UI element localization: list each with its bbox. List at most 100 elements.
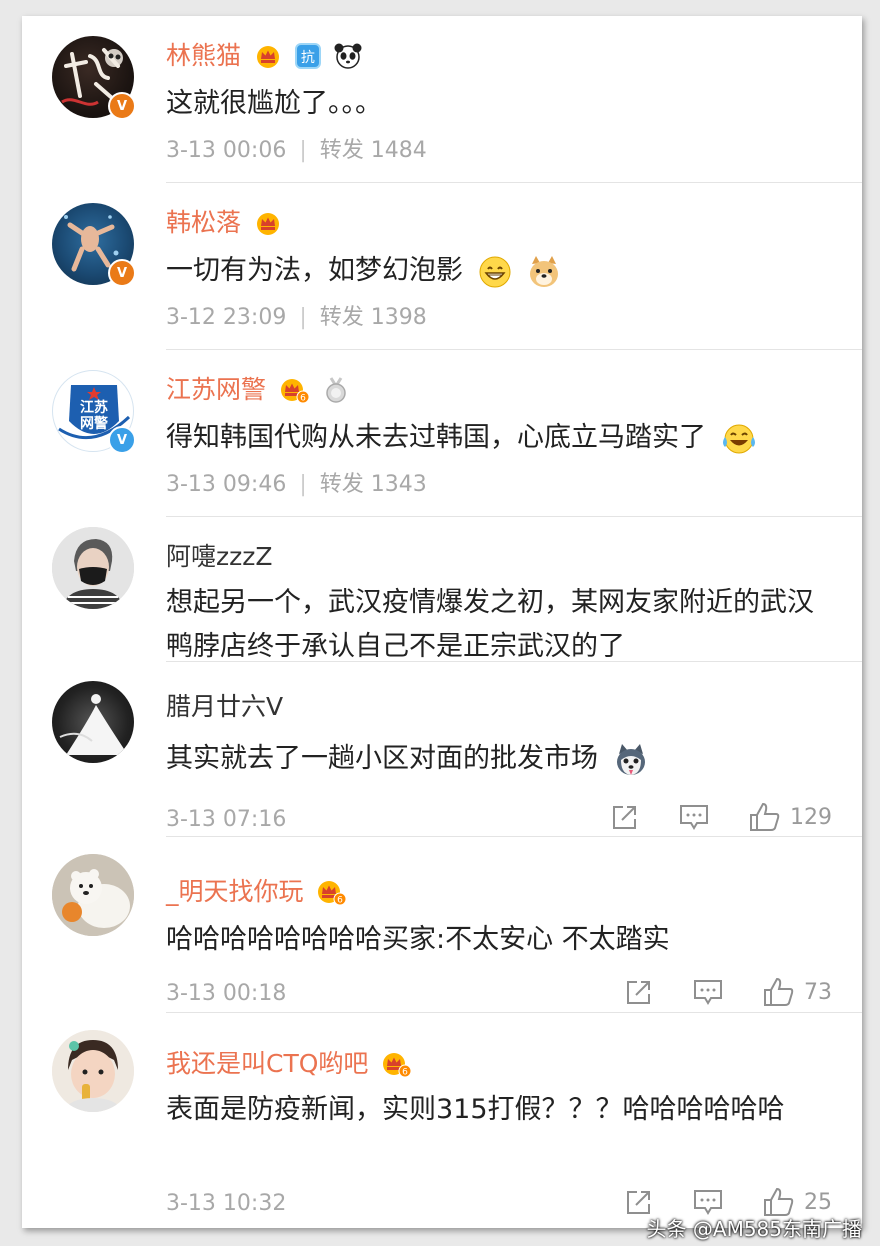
grin-emoji-icon (479, 256, 511, 287)
comment-meta: 3-12 23:09 | 转发 1398 (166, 304, 427, 332)
meta-separator: | (299, 472, 307, 497)
like-icon (764, 977, 794, 1006)
vip-crown-icon (256, 46, 279, 68)
comment-actions: 73 (586, 976, 832, 1008)
verified-v-badge: V (108, 92, 136, 120)
timestamp: 3-13 09:46 (166, 472, 287, 497)
timestamp: 3-13 00:18 (166, 981, 287, 1006)
avatar-masked-person (52, 527, 134, 609)
comment-list: V 林熊猫 抗 这就很尴尬了。。。 3-13 00:06 | 转发 1484 V… (22, 16, 862, 1228)
comment-meta: 3-13 09:46 | 转发 1343 (166, 471, 427, 499)
share-button[interactable] (610, 802, 640, 832)
comment-meta: 3-13 00:06 | 转发 1484 (166, 137, 427, 165)
svg-text:6: 6 (338, 896, 344, 906)
vip-crown-icon: 6 (280, 379, 310, 404)
username[interactable]: 阿嚏zzzZ (166, 541, 273, 572)
username-text: 阿嚏zzzZ (166, 542, 273, 571)
avatar[interactable] (52, 1030, 134, 1112)
username-text: 韩松落 (166, 208, 242, 237)
comment-text-content: 其实就去了一趟小区对面的批发市场 (166, 743, 598, 774)
comment-meta: 3-13 07:16 (166, 806, 286, 834)
repost-count: 1398 (370, 305, 427, 330)
timestamp: 3-12 23:09 (166, 305, 287, 330)
comment-item: 我还是叫CTQ哟吧 6 表面是防疫新闻，实则315打假？？？哈哈哈哈哈哈 3-1… (22, 1012, 862, 1228)
svg-text:6: 6 (300, 394, 306, 404)
avatar-child (52, 1030, 134, 1112)
repost-count: 1343 (370, 472, 427, 497)
doge-emoji-icon (530, 255, 559, 287)
comment-meta: 3-13 00:18 (166, 980, 286, 1008)
username-text: 我还是叫CTQ哟吧 (166, 1049, 369, 1078)
kang-badge-icon: 抗 (294, 43, 321, 69)
comment-icon (694, 980, 722, 1005)
timestamp: 3-13 00:06 (166, 138, 287, 163)
avatar[interactable] (52, 854, 134, 936)
username-text: _明天找你玩 (166, 877, 304, 906)
comment-button[interactable] (678, 802, 710, 832)
comment-text-content: 得知韩国代购从未去过韩国，心底立马踏实了 (166, 422, 706, 453)
avatar[interactable] (52, 681, 134, 763)
avatar[interactable]: 江苏 网警 V (52, 370, 136, 454)
share-icon (613, 806, 636, 829)
avatar-white-dress (59, 694, 128, 755)
like-count: 73 (804, 979, 832, 1005)
comment-text: 想起另一个，武汉疫情爆发之初，某网友家附近的武汉鸭脖店终于承认自己不是正宗武汉的… (166, 587, 814, 662)
username-text: 林熊猫 (166, 41, 242, 70)
timestamp: 3-13 07:16 (166, 807, 287, 832)
username[interactable]: 韩松落 (166, 207, 283, 238)
avatar-polar-bear (52, 854, 134, 936)
verified-v-badge: V (108, 426, 136, 454)
comment-item: 阿嚏zzzZ 想起另一个，武汉疫情爆发之初，某网友家附近的武汉鸭脖店终于承认自己… (22, 517, 862, 662)
share-button[interactable] (624, 977, 654, 1007)
laugh-cry-emoji-icon (722, 424, 755, 453)
panda-icon (334, 43, 362, 69)
comment-icon (680, 805, 708, 830)
comment-text: 一切有为法，如梦幻泡影 (166, 249, 836, 293)
comment-actions: 129 (572, 801, 832, 833)
verified-v-badge: V (108, 259, 136, 287)
like-count: 129 (790, 804, 832, 830)
username[interactable]: 江苏网警 6 (166, 374, 350, 405)
like-count: 25 (804, 1189, 832, 1215)
comment-text: 得知韩国代购从未去过韩国，心底立马踏实了 (166, 416, 836, 460)
repost-count: 1484 (370, 138, 427, 163)
username[interactable]: 林熊猫 抗 (166, 40, 363, 71)
comment-text: 其实就去了一趟小区对面的批发市场 (166, 737, 836, 781)
avatar[interactable]: V (52, 36, 136, 120)
username[interactable]: 我还是叫CTQ哟吧 6 (166, 1048, 412, 1079)
vip-crown-icon: 6 (383, 1053, 412, 1078)
repost-label[interactable]: 转发 (320, 138, 364, 163)
username-text: 江苏网警 (166, 375, 267, 404)
avatar[interactable] (52, 527, 134, 609)
watermark: 头条 @AM585东南广播 (646, 1217, 862, 1241)
comment-button[interactable] (692, 977, 724, 1007)
avatar[interactable]: V (52, 203, 136, 287)
like-icon (750, 802, 780, 831)
username[interactable]: _明天找你玩 6 (166, 876, 347, 907)
comment-item: V 韩松落 一切有为法，如梦幻泡影 3-12 23:09 | 转发 1398 (22, 183, 862, 351)
repost-label[interactable]: 转发 (320, 472, 364, 497)
comment-text-content: 一切有为法，如梦幻泡影 (166, 255, 463, 286)
comment-text: 这就很尴尬了。。。 (166, 88, 382, 119)
comment-meta: 3-13 10:32 (166, 1190, 286, 1218)
medal-icon (326, 377, 346, 403)
like-button[interactable]: 129 (748, 801, 832, 833)
repost-label[interactable]: 转发 (320, 305, 364, 330)
comment-item: _明天找你玩 6 哈哈哈哈哈哈哈哈买家:不太安心 不太踏实 3-13 00:18… (22, 836, 862, 1013)
comment-item: V 林熊猫 抗 这就很尴尬了。。。 3-13 00:06 | 转发 1484 (22, 16, 862, 184)
timestamp: 3-13 10:32 (166, 1191, 287, 1216)
comment-item: 腊月廿六V 其实就去了一趟小区对面的批发市场 3-13 07:16 129 (22, 661, 862, 837)
comment-text: 哈哈哈哈哈哈哈哈买家:不太安心 不太踏实 (166, 924, 670, 955)
like-button[interactable]: 73 (762, 976, 832, 1008)
vip-crown-icon: 6 (318, 881, 347, 906)
husky-emoji-icon (616, 743, 645, 775)
username[interactable]: 腊月廿六V (166, 691, 283, 722)
meta-separator: | (299, 138, 307, 163)
username-text: 腊月廿六V (166, 692, 284, 721)
comment-item: 江苏 网警 V 江苏网警 6 得知韩国代购从未去过韩国，心底立马踏实了 3-13… (22, 350, 862, 518)
vip-crown-icon (256, 213, 279, 235)
share-icon (627, 981, 650, 1004)
comment-text: 表面是防疫新闻，实则315打假？？？哈哈哈哈哈哈 (166, 1094, 785, 1125)
meta-separator: | (299, 305, 307, 330)
svg-text:6: 6 (402, 1068, 408, 1078)
